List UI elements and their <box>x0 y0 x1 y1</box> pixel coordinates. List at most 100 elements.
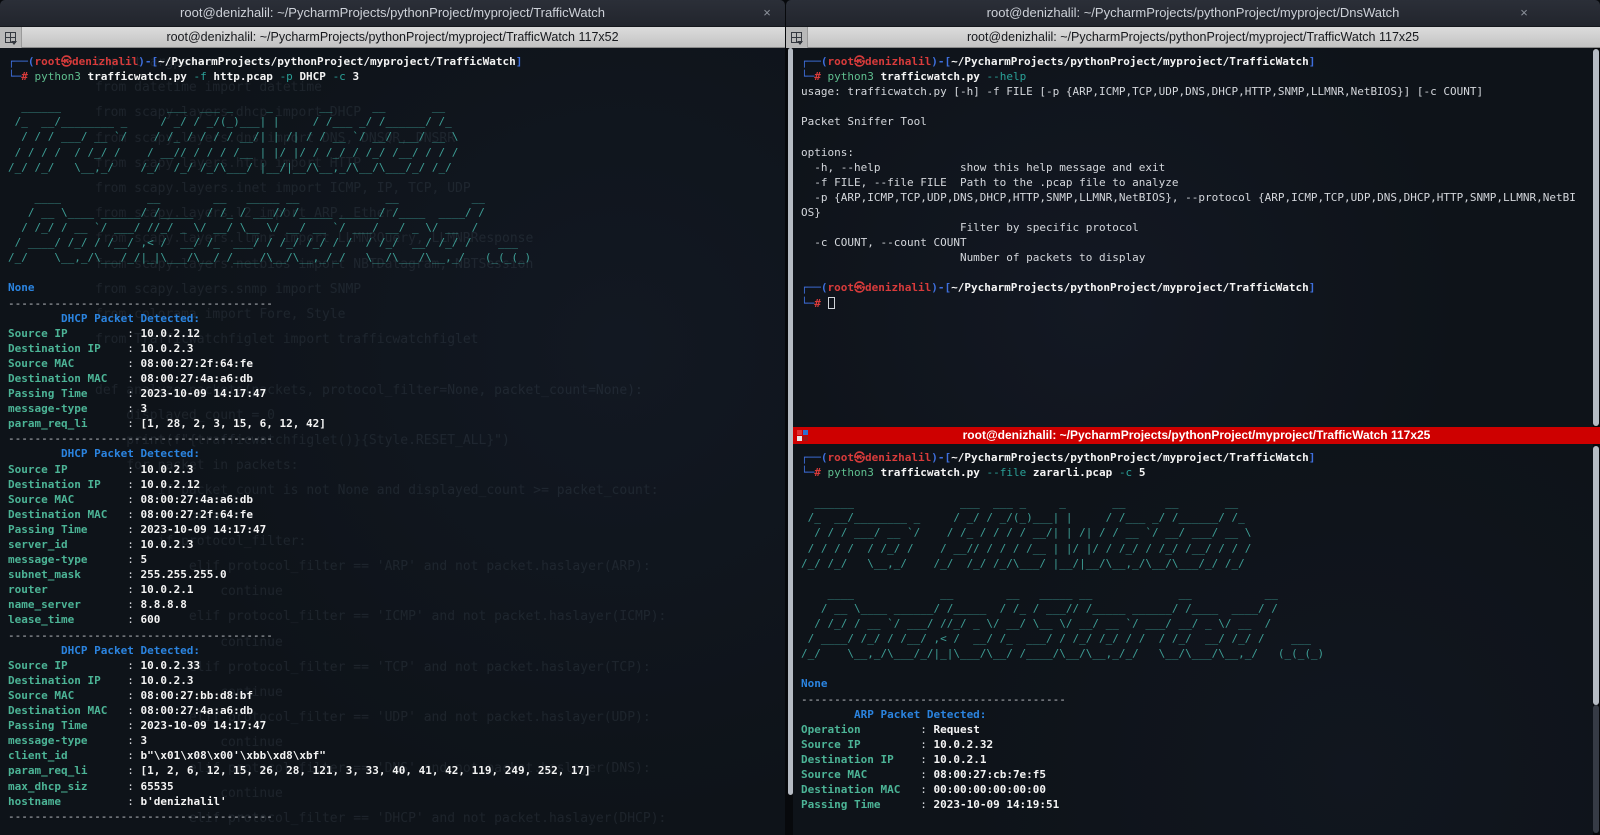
terminal-line: / / / ___/ __ `/ / /_ / / / / __/| | /| … <box>801 526 1252 540</box>
terminal-line: Destination IP : 10.0.2.3 <box>8 341 194 355</box>
terminal-line: -h, --help show this help message and ex… <box>801 160 1166 174</box>
terminal-line: Filter by specific protocol <box>801 221 1139 235</box>
terminal-line: -f FILE, --file FILE Path to the .pcap f… <box>801 175 1179 189</box>
terminal-line: Source IP : 10.0.2.12 <box>8 326 201 340</box>
terminal-line: / / / / / /_/ / / __// / / / /__ | |/ |/… <box>8 145 459 159</box>
right-window-titlebar[interactable]: root@denizhalil: ~/PycharmProjects/pytho… <box>786 0 1600 27</box>
left-window-close-icon[interactable]: × <box>759 5 775 21</box>
bottom-pane-scrollbar-track[interactable] <box>1593 705 1599 833</box>
terminal-line: ____ __ __ _____ __ __ __ <box>8 190 485 204</box>
terminal-line: ---------------------------------------- <box>8 432 273 446</box>
terminal-line: DHCP Packet Detected: <box>8 311 201 325</box>
terminal-line: Source MAC : 08:00:27:2f:64:fe <box>8 356 254 370</box>
terminal-line: / ____/ /_/ / /__/ ,< / __/ /_ ___/ / /_… <box>801 632 1311 646</box>
terminal-line: Operation : Request <box>801 722 980 736</box>
terminal-line: Passing Time : 2023-10-09 14:17:47 <box>8 719 267 733</box>
terminal-line: / __ \____ ______/ /_____ / /_ / ___// /… <box>8 205 485 219</box>
terminal-line: /_/ \__,_/\___/_/|_|\___/\__/ /____/\__/… <box>801 647 1325 661</box>
terminal-line: message-type : 5 <box>8 553 148 567</box>
terminal-line: message-type : 3 <box>8 402 148 416</box>
terminal-line: └─# python3 trafficwatch.py -f http.pcap… <box>8 70 360 84</box>
terminal-line: / /_/ / __ `/ ___/ //_/ _ \/ __/ \__ \/ … <box>8 221 479 235</box>
terminal-line: ---------------------------------------- <box>8 296 273 310</box>
terminal-line: ┌──(root㉿denizhalil)-[~/PycharmProjects/… <box>801 281 1316 295</box>
terminal-line: Source MAC : 08:00:27:cb:7e:f5 <box>801 767 1047 781</box>
terminal-line: Destination MAC : 08:00:27:4a:a6:db <box>8 371 254 385</box>
left-pane-title: root@denizhalil: ~/PycharmProjects/pytho… <box>166 30 619 44</box>
terminal-line: Destination IP : 10.0.2.12 <box>8 477 201 491</box>
left-pane-titlebar[interactable]: root@denizhalil: ~/PycharmProjects/pytho… <box>0 27 785 48</box>
terminal-line: /_/ /_/ \__,_/ /_/ /_/ /_/\___/ |__/|__/… <box>801 556 1245 570</box>
right-window-close-icon[interactable]: × <box>1516 5 1532 21</box>
terminal-line: Source MAC : 08:00:27:4a:a6:db <box>8 492 254 506</box>
terminal-line: ____ __ __ _____ __ __ __ <box>801 586 1278 600</box>
terminal-line: Destination MAC : 00:00:00:00:00:00 <box>801 783 1047 797</box>
left-terminal[interactable]: import argparse from datetime import date… <box>0 48 785 835</box>
terminal-line: subnet_mask : 255.255.255.0 <box>8 568 227 582</box>
left-terminal-window: root@denizhalil: ~/PycharmProjects/pytho… <box>0 0 785 835</box>
terminal-line: Number of packets to display <box>801 251 1146 265</box>
terminal-line: param_req_li : [1, 28, 2, 3, 15, 6, 12, … <box>8 417 326 431</box>
terminal-line: client_id : b"\x01\x08\x00'\xbb\xd8\xbf" <box>8 749 326 763</box>
terminal-line: options: <box>801 145 854 159</box>
background-code-line: pythonProject > myproject > TrafficWatch… <box>95 831 666 835</box>
right-top-terminal[interactable]: ┌──(root㉿denizhalil)-[~/PycharmProjects/… <box>793 48 1593 427</box>
left-terminal-content: ┌──(root㉿denizhalil)-[~/PycharmProjects/… <box>8 54 785 824</box>
terminal-line: /_/ /_/ \__,_/ /_/ /_/ /_/\___/ |__/|__/… <box>8 160 452 174</box>
left-window-titlebar[interactable]: root@denizhalil: ~/PycharmProjects/pytho… <box>0 0 785 27</box>
terminal-line: / ____/ /_/ / /__/ ,< / __/ /_ ___/ / /_… <box>8 236 518 250</box>
terminal-line: message-type : 3 <box>8 734 148 748</box>
terminal-line: ┌──(root㉿denizhalil)-[~/PycharmProjects/… <box>801 451 1316 464</box>
terminal-line: Passing Time : 2023-10-09 14:17:47 <box>8 522 267 536</box>
terminal-line: name_server : 8.8.8.8 <box>8 598 187 612</box>
terminal-line: Destination MAC : 08:00:27:2f:64:fe <box>8 507 254 521</box>
terminal-line: Destination IP : 10.0.2.3 <box>8 673 194 687</box>
active-pane-titlebar[interactable]: root@denizhalil: ~/PycharmProjects/pytho… <box>793 427 1600 444</box>
terminal-line: Source IP : 10.0.2.33 <box>8 658 201 672</box>
terminal-line: Destination MAC : 08:00:27:4a:a6:db <box>8 704 254 718</box>
terminal-line: None <box>8 281 35 295</box>
terminal-line: DHCP Packet Detected: <box>8 643 201 657</box>
terminal-line: /_ __/________ _ / _/ / _/(_)___| | / /_… <box>801 511 1245 525</box>
active-pane-title: root@denizhalil: ~/PycharmProjects/pytho… <box>962 428 1431 442</box>
terminal-line: OS} <box>801 205 821 219</box>
right-top-pane-titlebar[interactable]: root@denizhalil: ~/PycharmProjects/pytho… <box>786 27 1600 48</box>
right-bottom-terminal-content: ┌──(root㉿denizhalil)-[~/PycharmProjects/… <box>801 450 1593 812</box>
terminal-line: ARP Packet Detected: <box>801 707 987 721</box>
right-top-terminal-content: ┌──(root㉿denizhalil)-[~/PycharmProjects/… <box>801 54 1593 311</box>
terminal-line: hostname : b'denizhalil' <box>8 794 227 808</box>
terminal-line: usage: trafficwatch.py [-h] -f FILE [-p … <box>801 85 1484 99</box>
terminal-line: param_req_li : [1, 2, 6, 12, 15, 26, 28,… <box>8 764 591 778</box>
terminal-line: ┌──(root㉿denizhalil)-[~/PycharmProjects/… <box>8 55 523 68</box>
left-edge-scrollbar[interactable] <box>788 48 793 795</box>
bottom-pane-scrollbar-thumb[interactable] <box>1593 446 1599 705</box>
top-pane-scrollbar[interactable] <box>1593 49 1599 426</box>
terminal-line: Source MAC : 08:00:27:bb:d8:bf <box>8 688 254 702</box>
terminal-line: └─# <box>801 296 1593 311</box>
terminal-line: -p {ARP,ICMP,TCP,UDP,DNS,DHCP,HTTP,SNMP,… <box>801 190 1576 204</box>
terminal-line: /_/ \__,_/\___/_/|_|\___/\__/ /____/\__/… <box>8 251 532 265</box>
terminal-line: / /_/ / __ `/ ___/ //_/ _ \/ __/ \__ \/ … <box>801 617 1272 631</box>
terminal-line: server_id : 10.0.2.3 <box>8 538 194 551</box>
terminal-line: ┌──(root㉿denizhalil)-[~/PycharmProjects/… <box>801 55 1316 68</box>
terminal-line: / / / / / /_/ / / __// / / / /__ | |/ |/… <box>801 541 1252 555</box>
terminal-line: lease_time : 600 <box>8 613 161 627</box>
terminal-line: -c COUNT, --count COUNT <box>801 236 967 250</box>
terminal-line: max_dhcp_siz : 65535 <box>8 779 174 793</box>
right-window-title: root@denizhalil: ~/PycharmProjects/pytho… <box>986 5 1400 20</box>
terminal-line: DHCP Packet Detected: <box>8 447 201 461</box>
terminal-line: ---------------------------------------- <box>8 628 273 642</box>
terminal-line: Passing Time : 2023-10-09 14:17:47 <box>8 387 267 401</box>
right-bottom-terminal[interactable]: ┌──(root㉿denizhalil)-[~/PycharmProjects/… <box>793 444 1593 835</box>
terminal-line: ______ ___ ___ _ _ __ __ __ <box>801 496 1239 510</box>
terminal-line: └─# python3 trafficwatch.py --help <box>801 70 1027 84</box>
terminal-line: None <box>801 677 828 691</box>
terminal-line: / __ \____ ______/ /_____ / /_ / ___// /… <box>801 601 1278 615</box>
